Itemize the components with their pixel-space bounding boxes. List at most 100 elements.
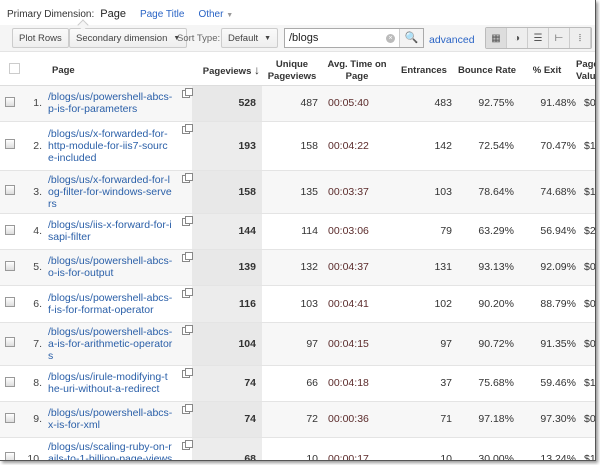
col-bounce-rate[interactable]: Bounce Rate: [456, 57, 518, 86]
sort-type-dropdown[interactable]: Default ▼: [221, 28, 279, 48]
row-checkbox[interactable]: [5, 185, 15, 195]
plot-rows-button[interactable]: Plot Rows: [12, 28, 69, 48]
bounce-rate-cell: 75.68%: [456, 365, 518, 402]
col-exit[interactable]: % Exit: [518, 57, 576, 86]
col-entrances[interactable]: Entrances: [392, 57, 456, 86]
page-value-cell: $0.: [576, 322, 595, 366]
row-checkbox[interactable]: [5, 96, 15, 107]
external-link-icon[interactable]: [182, 403, 193, 414]
avg-time-cell: 00:03:37: [322, 170, 392, 214]
sort-type-value: Default: [228, 32, 259, 44]
table-row: 10. /blogs/us/scaling-ruby-on-rails-to-1…: [0, 437, 595, 461]
page-value-cell: $1.: [576, 365, 595, 402]
external-link-icon[interactable]: [182, 367, 193, 378]
avg-time-cell: 00:04:37: [322, 249, 392, 286]
row-checkbox[interactable]: [5, 297, 15, 307]
external-link-icon[interactable]: [182, 251, 193, 262]
col-page[interactable]: Page: [48, 57, 192, 86]
external-link-icon[interactable]: [182, 439, 193, 450]
row-index: 9.: [24, 401, 48, 438]
select-all-checkbox[interactable]: [9, 63, 20, 75]
pageviews-cell: 193: [192, 121, 262, 171]
secondary-dimension-dropdown[interactable]: Secondary dimension ▼: [69, 28, 188, 48]
avg-time-cell: 00:00:36: [322, 401, 392, 438]
chevron-down-icon: ▼: [226, 11, 234, 19]
page-value-cell: $1.: [576, 121, 595, 171]
row-checkbox[interactable]: [5, 376, 15, 387]
entrances-cell: 483: [392, 85, 456, 122]
row-checkbox[interactable]: [5, 139, 15, 149]
entrances-cell: 71: [392, 401, 456, 438]
search-icon[interactable]: 🔍: [399, 29, 423, 47]
col-unique-pageviews[interactable]: Unique Pageviews: [262, 57, 322, 86]
pie-view-icon[interactable]: ◑: [507, 28, 528, 48]
page-link[interactable]: /blogs/us/irule-modifying-the-uri-withou…: [48, 371, 173, 395]
col-pageviews[interactable]: Pageviews ↓: [192, 57, 262, 86]
page-link[interactable]: /blogs/us/powershell-abcs-f-is-for-forma…: [48, 292, 173, 316]
view-switcher: ▦ ◑ ☰ ⊢ ⦙: [485, 27, 592, 49]
entrances-cell: 131: [392, 249, 456, 286]
page-link[interactable]: /blogs/us/x-forwarded-for-log-filter-for…: [48, 174, 173, 210]
row-checkbox[interactable]: [5, 412, 15, 423]
external-link-icon[interactable]: [182, 215, 193, 226]
exit-cell: 88.79%: [518, 285, 576, 323]
page-value-cell: $1.: [576, 170, 595, 214]
primary-dimension-bar: Primary Dimension: Page Page Title Other…: [7, 8, 233, 20]
clear-icon[interactable]: ×: [386, 34, 395, 43]
bounce-rate-cell: 97.18%: [456, 401, 518, 438]
page-link[interactable]: /blogs/us/powershell-abcs-x-is-for-xml: [48, 407, 173, 431]
row-index: 1.: [24, 85, 48, 122]
external-link-icon[interactable]: [182, 172, 193, 183]
dimension-page[interactable]: Page: [100, 8, 126, 20]
col-page-value[interactable]: Page Value: [576, 57, 595, 86]
external-link-icon[interactable]: [182, 123, 193, 134]
unique-pageviews-cell: 97: [262, 322, 322, 366]
row-checkbox[interactable]: [5, 260, 15, 271]
unique-pageviews-cell: 72: [262, 401, 322, 438]
external-link-icon[interactable]: [182, 287, 193, 298]
page-link[interactable]: /blogs/us/powershell-abcs-o-is-for-outpu…: [48, 255, 173, 279]
entrances-cell: 102: [392, 285, 456, 323]
advanced-link[interactable]: advanced: [429, 34, 475, 46]
table-row: 9. /blogs/us/powershell-abcs-x-is-for-xm…: [0, 401, 595, 438]
table-row: 7. /blogs/us/powershell-abcs-a-is-for-ar…: [0, 322, 595, 366]
page-link[interactable]: /blogs/us/scaling-ruby-on-rails-to-1-bil…: [48, 441, 173, 461]
page-link[interactable]: /blogs/us/x-forwarded-for-http-module-fo…: [48, 128, 173, 164]
pageviews-cell: 139: [192, 249, 262, 286]
pageviews-cell: 116: [192, 285, 262, 323]
page-value-cell: $0.: [576, 401, 595, 438]
entrances-cell: 103: [392, 170, 456, 214]
external-link-icon[interactable]: [182, 87, 193, 98]
avg-time-cell: 00:04:22: [322, 121, 392, 171]
table-row: 4. /blogs/us/iis-x-forward-for-isapi-fil…: [0, 213, 595, 250]
search-input[interactable]: /blogs: [289, 32, 318, 44]
row-checkbox[interactable]: [5, 452, 15, 460]
bounce-rate-cell: 78.64%: [456, 170, 518, 214]
page-value-cell: $0.: [576, 285, 595, 323]
pivot-view-icon[interactable]: ⦙: [570, 28, 591, 48]
page-link[interactable]: /blogs/us/iis-x-forward-for-isapi-filter: [48, 219, 173, 243]
col-avg-time[interactable]: Avg. Time on Page: [322, 57, 392, 86]
avg-time-cell: 00:04:41: [322, 285, 392, 323]
dimension-page-title[interactable]: Page Title: [140, 9, 184, 20]
dimension-other[interactable]: Other ▼: [198, 9, 233, 20]
external-link-icon[interactable]: [182, 324, 193, 335]
performance-view-icon[interactable]: ☰: [528, 28, 549, 48]
row-index: 5.: [24, 249, 48, 286]
data-table: Page Pageviews ↓ Unique Pageviews Avg. T…: [0, 57, 595, 461]
table-view-icon[interactable]: ▦: [486, 28, 507, 48]
page-link[interactable]: /blogs/us/powershell-abcs-p-is-for-param…: [48, 91, 173, 115]
unique-pageviews-cell: 158: [262, 121, 322, 171]
row-checkbox[interactable]: [5, 224, 15, 235]
bounce-rate-cell: 72.54%: [456, 121, 518, 171]
table-toolbar: Plot Rows Secondary dimension ▼ Sort Type…: [0, 25, 595, 52]
page-link[interactable]: /blogs/us/powershell-abcs-a-is-for-arith…: [48, 326, 173, 362]
row-index: 4.: [24, 213, 48, 250]
avg-time-cell: 00:03:06: [322, 213, 392, 250]
unique-pageviews-cell: 135: [262, 170, 322, 214]
sort-type-label: Sort Type:: [177, 33, 221, 44]
row-checkbox[interactable]: [5, 337, 15, 347]
bounce-rate-cell: 90.72%: [456, 322, 518, 366]
comparison-view-icon[interactable]: ⊢: [549, 28, 570, 48]
exit-cell: 74.68%: [518, 170, 576, 214]
